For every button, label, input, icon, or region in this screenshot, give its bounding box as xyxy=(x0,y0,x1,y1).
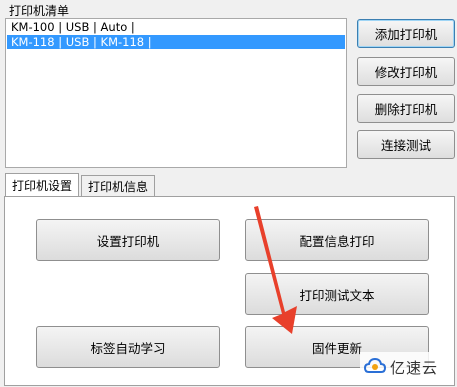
watermark: 亿速云 xyxy=(360,352,443,382)
tab-printer-info[interactable]: 打印机信息 xyxy=(81,175,155,196)
printer-list-item-selected[interactable]: KM-118 | USB | KM-118 | xyxy=(7,35,345,49)
printer-list-item[interactable]: KM-100 | USB | Auto | xyxy=(7,20,345,34)
print-test-text-button[interactable]: 打印测试文本 xyxy=(245,273,429,315)
label-auto-learn-button[interactable]: 标签自动学习 xyxy=(36,326,220,368)
cloud-logo-icon xyxy=(364,357,386,373)
connection-test-button[interactable]: 连接测试 xyxy=(357,130,455,159)
config-info-print-button[interactable]: 配置信息打印 xyxy=(245,219,429,261)
watermark-text: 亿速云 xyxy=(390,358,439,377)
edit-printer-button[interactable]: 修改打印机 xyxy=(357,57,455,86)
tab-printer-settings[interactable]: 打印机设置 xyxy=(5,173,79,196)
delete-printer-button[interactable]: 删除打印机 xyxy=(357,94,455,123)
printer-list[interactable]: KM-100 | USB | Auto | KM-118 | USB | KM-… xyxy=(5,18,347,168)
printer-list-label: 打印机清单 xyxy=(9,4,70,18)
add-printer-button[interactable]: 添加打印机 xyxy=(357,19,455,48)
setup-printer-button[interactable]: 设置打印机 xyxy=(36,219,220,261)
